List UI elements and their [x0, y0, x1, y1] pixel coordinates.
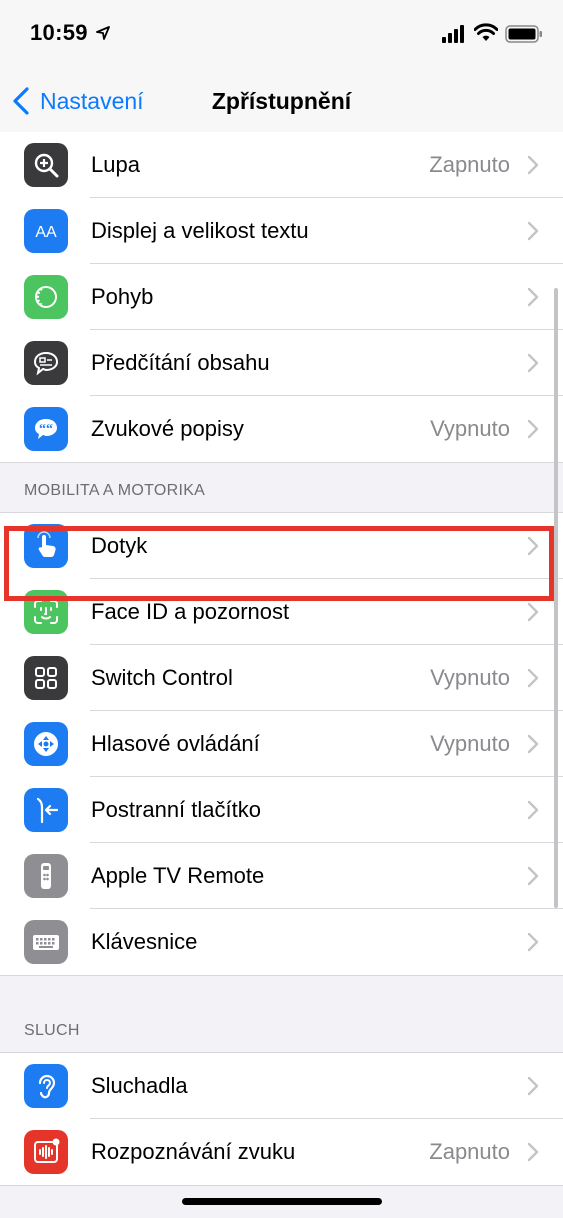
- keyboard-icon: [24, 920, 68, 964]
- chevron-right-icon: [527, 419, 539, 439]
- row-label: Klávesnice: [91, 929, 198, 954]
- row-label: Face ID a pozornost: [91, 599, 290, 624]
- row-label: Lupa: [91, 152, 140, 177]
- back-label: Nastavení: [40, 87, 144, 114]
- chevron-right-icon: [527, 800, 539, 820]
- back-button[interactable]: Nastavení: [12, 84, 144, 118]
- settings-group-mobility: Dotyk Face ID a pozornost Switch Control…: [0, 512, 563, 976]
- row-label: Displej a velikost textu: [91, 218, 309, 243]
- row-label: Dotyk: [91, 533, 148, 558]
- status-bar: 10:59: [0, 0, 563, 70]
- magnifier-icon: [24, 143, 68, 187]
- chevron-right-icon: [527, 1142, 539, 1162]
- row-value: Vypnuto: [430, 665, 510, 690]
- tv-remote-icon: [24, 854, 68, 898]
- row-zvukove-popisy[interactable]: ““ Zvukové popisy Vypnuto: [0, 396, 563, 462]
- row-label: Hlasové ovládání: [91, 731, 260, 756]
- battery-icon: [505, 25, 542, 43]
- row-lupa[interactable]: Lupa Zapnuto: [0, 132, 563, 198]
- row-label: Sluchadla: [91, 1073, 188, 1098]
- home-indicator[interactable]: [182, 1198, 382, 1205]
- chevron-right-icon: [527, 536, 539, 556]
- cellular-signal-icon: [442, 25, 464, 43]
- row-value: Vypnuto: [430, 731, 510, 756]
- chevron-right-icon: [527, 668, 539, 688]
- face-id-icon: [24, 590, 68, 634]
- chevron-right-icon: [527, 287, 539, 307]
- row-face-id[interactable]: Face ID a pozornost: [0, 579, 563, 645]
- hand-pointer-icon: [24, 524, 68, 568]
- row-label: Pohyb: [91, 284, 154, 309]
- row-klavesnice[interactable]: Klávesnice: [0, 909, 563, 975]
- chevron-right-icon: [527, 353, 539, 373]
- voice-control-icon: [24, 722, 68, 766]
- status-time: 10:59: [30, 20, 88, 45]
- row-predcitani[interactable]: Předčítání obsahu: [0, 330, 563, 396]
- row-label: Switch Control: [91, 665, 233, 690]
- quote-bubble-icon: ““: [24, 407, 68, 451]
- row-value: Vypnuto: [430, 416, 510, 441]
- row-label: Předčítání obsahu: [91, 350, 270, 375]
- chevron-left-icon: [13, 87, 29, 115]
- row-value: Zapnuto: [429, 1139, 510, 1164]
- chevron-right-icon: [527, 221, 539, 241]
- text-size-icon: AA: [24, 209, 68, 253]
- wifi-icon: [474, 23, 498, 41]
- ear-icon: [24, 1064, 68, 1108]
- location-arrow-icon: [96, 26, 110, 40]
- svg-text:AA: AA: [35, 224, 57, 241]
- row-apple-tv-remote[interactable]: Apple TV Remote: [0, 843, 563, 909]
- speech-bubble-icon: [24, 341, 68, 385]
- settings-list: Lupa Zapnuto AA Displej a velikost textu…: [0, 132, 563, 1186]
- row-label: Postranní tlačítko: [91, 797, 261, 822]
- row-sluchadla[interactable]: Sluchadla: [0, 1053, 563, 1119]
- chevron-right-icon: [527, 602, 539, 622]
- row-hlasove-ovladani[interactable]: Hlasové ovládání Vypnuto: [0, 711, 563, 777]
- chevron-right-icon: [527, 1076, 539, 1096]
- motion-icon: [24, 275, 68, 319]
- chevron-right-icon: [527, 734, 539, 754]
- row-postranni-tlacitko[interactable]: Postranní tlačítko: [0, 777, 563, 843]
- switch-control-icon: [24, 656, 68, 700]
- section-header-hearing: SLUCH: [24, 1022, 80, 1039]
- row-label: Zvukové popisy: [91, 416, 244, 441]
- row-label: Rozpoznávání zvuku: [91, 1139, 296, 1164]
- section-header-mobility: MOBILITA A MOTORIKA: [24, 482, 206, 499]
- settings-group-hearing: Sluchadla Rozpoznávání zvuku Zapnuto: [0, 1052, 563, 1186]
- row-value: Zapnuto: [429, 152, 510, 177]
- settings-group-vision: Lupa Zapnuto AA Displej a velikost textu…: [0, 132, 563, 463]
- chevron-right-icon: [527, 155, 539, 175]
- chevron-right-icon: [527, 866, 539, 886]
- row-pohyb[interactable]: Pohyb: [0, 264, 563, 330]
- row-rozpoznavani-zvuku[interactable]: Rozpoznávání zvuku Zapnuto: [0, 1119, 563, 1185]
- row-dotyk[interactable]: Dotyk: [0, 513, 563, 579]
- row-switch-control[interactable]: Switch Control Vypnuto: [0, 645, 563, 711]
- side-button-icon: [24, 788, 68, 832]
- chevron-right-icon: [527, 932, 539, 952]
- sound-recognition-icon: [24, 1130, 68, 1174]
- row-displej[interactable]: AA Displej a velikost textu: [0, 198, 563, 264]
- row-label: Apple TV Remote: [91, 863, 265, 888]
- navigation-bar: Zpřístupnění Nastavení: [0, 70, 563, 133]
- svg-text:““: ““: [39, 422, 53, 437]
- scrollbar[interactable]: [554, 288, 558, 908]
